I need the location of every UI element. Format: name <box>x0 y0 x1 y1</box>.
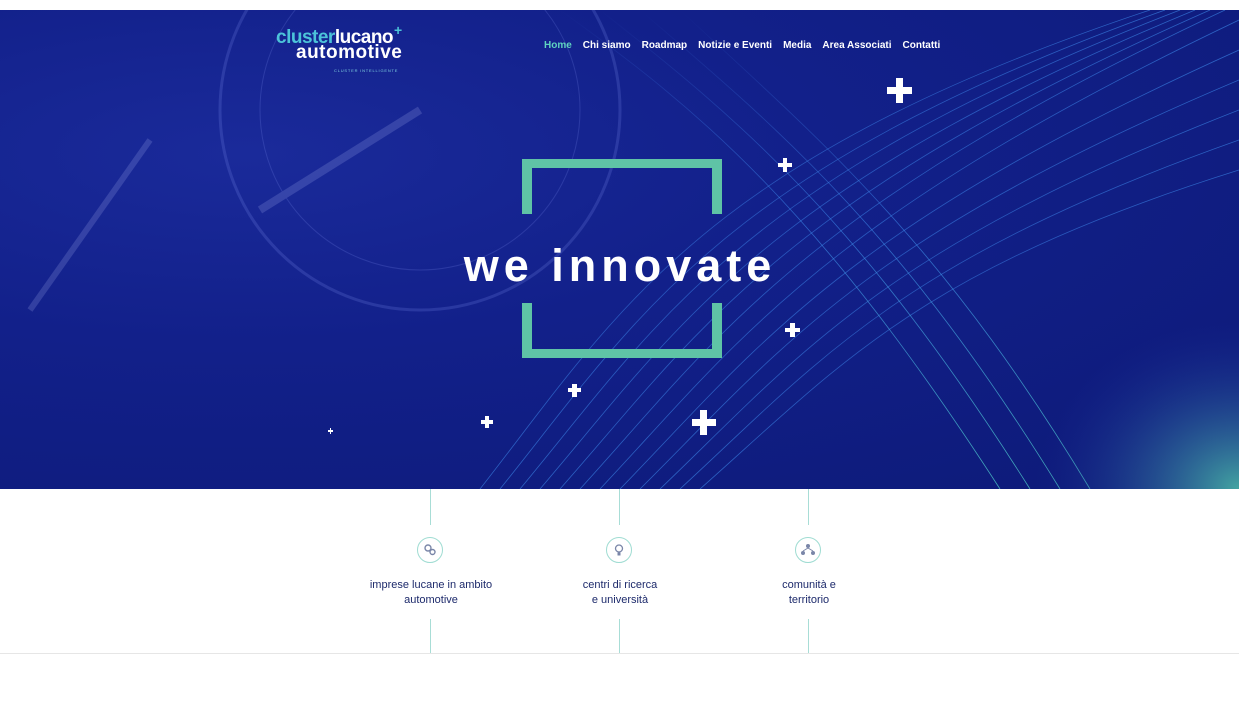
nav-home[interactable]: Home <box>544 40 572 51</box>
feature-label: centri di ricerca e università <box>582 579 658 606</box>
hero-banner: clusterlucano + automotive CLUSTER INTEL… <box>0 10 1239 489</box>
connector-line <box>808 489 809 525</box>
feature-label: imprese lucane in ambito automotive <box>369 579 493 606</box>
connector-line <box>619 619 620 653</box>
connector-line <box>808 619 809 653</box>
logo-plus: + <box>394 22 403 38</box>
feature-imprese: imprese lucane in ambito automotive <box>351 489 511 653</box>
site-logo[interactable]: clusterlucano + automotive CLUSTER INTEL… <box>276 22 416 74</box>
gears-icon <box>417 537 443 563</box>
feature-comunita: comunità e territorio <box>729 489 889 653</box>
main-nav: Home Chi siamo Roadmap Notizie e Eventi … <box>544 40 951 51</box>
nav-contatti[interactable]: Contatti <box>903 40 941 51</box>
connector-line <box>619 489 620 525</box>
hero-headline: we innovate <box>463 240 777 291</box>
nav-area-associati[interactable]: Area Associati <box>822 40 891 51</box>
nav-chi-siamo[interactable]: Chi siamo <box>583 40 631 51</box>
connector-line <box>430 489 431 525</box>
nav-media[interactable]: Media <box>783 40 811 51</box>
feature-label: comunità e territorio <box>782 579 836 606</box>
lightbulb-icon <box>606 537 632 563</box>
logo-line2: automotive <box>296 42 403 63</box>
logo-tagline: CLUSTER INTELLIGENTE <box>334 68 399 73</box>
nav-notizie-eventi[interactable]: Notizie e Eventi <box>698 40 772 51</box>
community-icon <box>795 537 821 563</box>
feature-centri-ricerca: centri di ricerca e università <box>540 489 700 653</box>
nav-roadmap[interactable]: Roadmap <box>642 40 688 51</box>
connector-line <box>430 619 431 653</box>
features-strip: imprese lucane in ambito automotive centr… <box>0 489 1239 654</box>
